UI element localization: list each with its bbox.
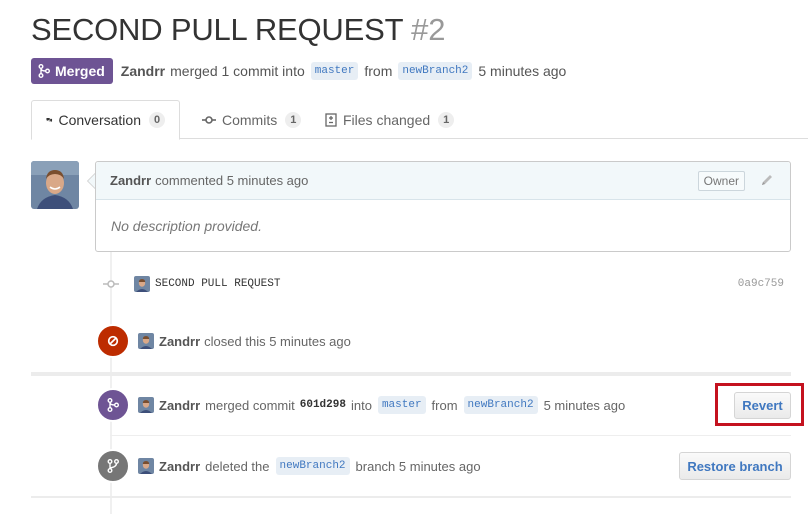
timeline-divider <box>31 372 791 376</box>
merged-event-badge <box>96 388 130 422</box>
deleted-event-text: deleted the <box>205 458 270 474</box>
merged-event: Zandrr merged commit 601d298 into master… <box>96 388 791 422</box>
comment-action-text: commented 5 minutes ago <box>155 173 309 188</box>
circle-slash-icon <box>107 335 119 347</box>
pr-title-text: SECOND PULL REQUEST <box>31 12 403 47</box>
edit-pencil-icon[interactable] <box>760 173 774 192</box>
deleted-event-author-link[interactable]: Zandrr <box>159 459 200 474</box>
git-commit-node-icon <box>102 279 120 289</box>
commit-sha-link[interactable]: 0a9c759 <box>738 278 791 290</box>
pr-author-link[interactable]: Zandrr <box>121 63 165 79</box>
pr-meta: Merged Zandrr merged 1 commit into maste… <box>31 58 567 84</box>
tab-commits-label: Commits <box>222 111 278 128</box>
from-text: from <box>364 63 393 79</box>
restore-branch-button[interactable]: Restore branch <box>679 452 791 480</box>
merged-event-author-link[interactable]: Zandrr <box>159 398 200 413</box>
commit-author-avatar[interactable] <box>134 276 150 292</box>
deleted-event-avatar[interactable] <box>138 458 154 474</box>
merged-event-avatar[interactable] <box>138 397 154 413</box>
author-avatar[interactable] <box>31 161 79 209</box>
tab-conversation-count: 0 <box>149 112 165 128</box>
git-branch-icon <box>107 459 119 473</box>
deleted-event-time: branch 5 minutes ago <box>355 458 481 474</box>
event-separator <box>110 435 791 436</box>
comment-body: No description provided. <box>111 218 262 234</box>
closed-event-badge <box>96 324 130 358</box>
tab-files-changed[interactable]: Files changed 1 <box>311 100 468 139</box>
merged-status-label: Merged <box>55 63 105 79</box>
merged-commit-sha-link[interactable]: 601d298 <box>300 399 346 411</box>
merged-into-text: into <box>350 397 372 413</box>
merge-time: 5 minutes ago <box>478 63 567 79</box>
comment-header: Zandrr commented 5 minutes ago <box>96 162 790 200</box>
closed-event: Zandrr closed this 5 minutes ago <box>96 324 791 358</box>
revert-highlight-box <box>715 383 804 426</box>
comment-box: Zandrr commented 5 minutes ago Owner No … <box>95 161 791 252</box>
closed-event-text: closed this 5 minutes ago <box>204 333 351 349</box>
git-commit-icon <box>202 115 216 124</box>
comment-discussion-icon <box>46 117 53 122</box>
tab-conversation[interactable]: Conversation 0 <box>31 100 180 140</box>
tab-conversation-label: Conversation <box>58 112 142 128</box>
deleted-event-badge <box>96 449 130 483</box>
merged-head-branch-label: newBranch2 <box>463 396 538 414</box>
pr-tabs: Conversation 0 Commits 1 Files changed 1 <box>31 100 808 140</box>
comment-author-link[interactable]: Zandrr <box>110 173 151 188</box>
deleted-branch-label: newBranch2 <box>275 457 350 475</box>
commit-row: SECOND PULL REQUEST 0a9c759 <box>102 275 791 293</box>
base-branch-label: master <box>310 62 359 80</box>
merged-status-badge: Merged <box>31 58 113 84</box>
comment-caret-fill <box>88 174 95 188</box>
tab-files-changed-label: Files changed <box>343 111 431 128</box>
closed-event-author-link[interactable]: Zandrr <box>159 334 200 349</box>
tab-commits-count: 1 <box>285 111 302 128</box>
git-merge-icon <box>107 398 119 412</box>
closed-event-avatar[interactable] <box>138 333 154 349</box>
commit-message-link[interactable]: SECOND PULL REQUEST <box>155 278 280 290</box>
merged-event-time: 5 minutes ago <box>543 397 626 413</box>
diff-icon <box>325 112 337 127</box>
merged-event-text: merged commit <box>205 397 295 413</box>
tab-commits[interactable]: Commits 1 <box>188 100 315 139</box>
merged-base-branch-label: master <box>377 396 426 414</box>
merged-from-text: from <box>431 397 458 413</box>
head-branch-label: newBranch2 <box>398 62 473 80</box>
pr-title: SECOND PULL REQUEST #2 <box>31 12 445 48</box>
tab-files-changed-count: 1 <box>438 111 455 128</box>
timeline-bottom-divider <box>31 496 791 498</box>
owner-badge: Owner <box>697 171 745 191</box>
pr-number: #2 <box>411 12 446 47</box>
git-merge-icon <box>38 64 50 78</box>
merge-summary-text: merged 1 commit into <box>170 63 305 79</box>
